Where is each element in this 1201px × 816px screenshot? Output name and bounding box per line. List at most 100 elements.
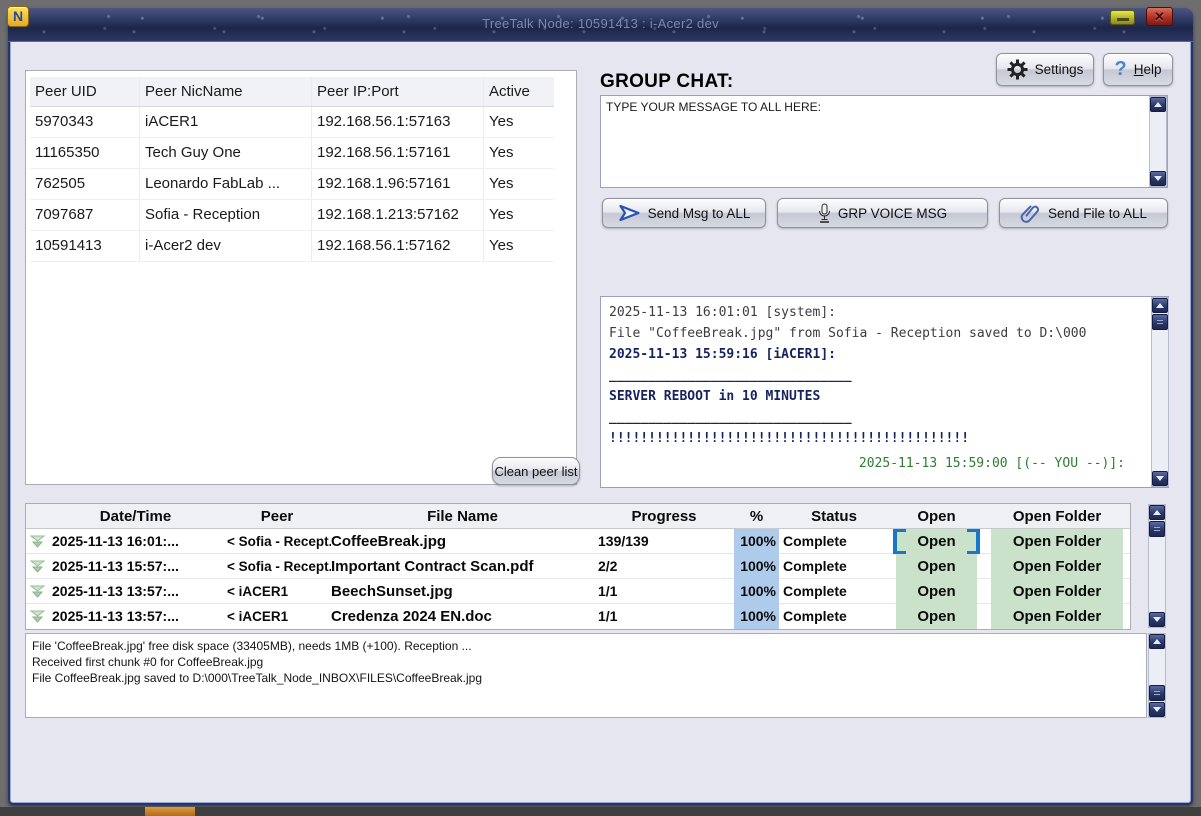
peer-row[interactable]: 10591413 i-Acer2 dev 192.168.56.1:57162 … [30, 231, 554, 262]
open-folder-button[interactable]: Open Folder [991, 529, 1123, 554]
scrollbar-thumb[interactable] [1152, 314, 1168, 330]
transfer-row[interactable]: 2025-11-13 15:57:... < Sofia - Recept...… [26, 554, 1130, 579]
peer-ipport-header: Peer IP:Port [312, 77, 484, 106]
peer-active: Yes [484, 231, 554, 261]
transfer-filename: Credenza 2024 EN.doc [331, 604, 594, 629]
transfer-progress: 1/1 [594, 604, 734, 629]
minimize-button[interactable] [1110, 10, 1135, 25]
send-msg-to-all-button[interactable]: Send Msg to ALL [602, 198, 766, 228]
peer-table-header: Peer UID Peer NicName Peer IP:Port Activ… [30, 77, 554, 107]
open-folder-button[interactable]: Open Folder [991, 604, 1123, 629]
peer-uid: 7097687 [30, 200, 140, 230]
desktop: TreeTalk Node: 10591413 : i-Acer2 dev N … [0, 0, 1201, 816]
peer-ipport: 192.168.56.1:57162 [312, 231, 484, 261]
grp-voice-msg-button[interactable]: GRP VOICE MSG [777, 198, 988, 228]
scroll-up-button[interactable] [1149, 505, 1165, 520]
transfer-percent: 100% [734, 529, 779, 554]
app-icon: N [7, 6, 29, 27]
peer-active: Yes [484, 138, 554, 168]
transfer-row[interactable]: 2025-11-13 13:57:... < iACER1 BeechSunse… [26, 579, 1130, 604]
transfer-peer: < iACER1 [223, 579, 331, 604]
peer-table: Peer UID Peer NicName Peer IP:Port Activ… [30, 77, 554, 262]
status-log-scrollbar [1148, 633, 1166, 718]
peer-ipport: 192.168.1.96:57161 [312, 169, 484, 199]
open-button[interactable]: Open [896, 604, 977, 629]
peer-uid: 5970343 [30, 107, 140, 137]
peer-active: Yes [484, 200, 554, 230]
chat-line: SERVER REBOOT in 10 MINUTES [609, 386, 1139, 407]
titlebar[interactable]: TreeTalk Node: 10591413 : i-Acer2 dev [8, 8, 1193, 42]
transfer-peer: < Sofia - Recept... [223, 554, 331, 579]
group-message-box: TYPE YOUR MESSAGE TO ALL HERE: [600, 95, 1168, 188]
help-icon: ? [1115, 58, 1127, 81]
status-line: File CoffeeBreak.jpg saved to D:\000\Tre… [32, 670, 1140, 686]
transfer-status: Complete [779, 604, 889, 629]
peer-header: Peer [223, 508, 331, 525]
transfers-header: Date/Time Peer File Name Progress % Stat… [26, 504, 1130, 529]
arrow-up-icon [1153, 510, 1161, 515]
arrow-down-icon [1154, 176, 1162, 181]
datetime-header: Date/Time [48, 508, 223, 525]
peer-row[interactable]: 7097687 Sofia - Reception 192.168.1.213:… [30, 200, 554, 231]
group-message-input[interactable]: TYPE YOUR MESSAGE TO ALL HERE: [601, 96, 1149, 187]
close-button[interactable]: ✕ [1146, 7, 1173, 26]
transfer-datetime: 2025-11-13 13:57:... [48, 579, 223, 604]
scroll-up-button[interactable] [1150, 97, 1166, 112]
scrollbar-thumb[interactable] [1149, 521, 1165, 537]
scroll-down-button[interactable] [1149, 612, 1165, 627]
transfer-peer: < iACER1 [223, 604, 331, 629]
chat-log[interactable]: 2025-11-13 16:01:01 [system]: File "Coff… [600, 296, 1169, 488]
scroll-down-button[interactable] [1152, 471, 1168, 486]
transfer-filename: BeechSunset.jpg [331, 579, 594, 604]
minimize-icon [1117, 18, 1129, 21]
open-folder-button[interactable]: Open Folder [991, 554, 1123, 579]
arrow-up-icon [1154, 102, 1162, 107]
chat-line: !!!!!!!!!!!!!!!!!!!!!!!!!!!!!!!!!!!!!!!!… [609, 428, 1139, 449]
scrollbar-thumb[interactable] [1149, 685, 1165, 701]
chat-divider: _______________________________ [609, 407, 1139, 428]
paperclip-icon [1020, 203, 1041, 223]
peer-list-panel[interactable]: Peer UID Peer NicName Peer IP:Port Activ… [25, 70, 577, 485]
peer-row[interactable]: 5970343 iACER1 192.168.56.1:57163 Yes [30, 107, 554, 138]
transfer-datetime: 2025-11-13 16:01:... [48, 529, 223, 554]
transfer-row[interactable]: 2025-11-13 16:01:... < Sofia - Recept...… [26, 529, 1130, 554]
download-icon [26, 554, 48, 579]
peer-row[interactable]: 762505 Leonardo FabLab ... 192.168.1.96:… [30, 169, 554, 200]
peer-row[interactable]: 11165350 Tech Guy One 192.168.56.1:57161… [30, 138, 554, 169]
open-button[interactable]: Open [896, 579, 977, 604]
help-button[interactable]: ? Help [1103, 53, 1173, 86]
peer-ipport: 192.168.56.1:57163 [312, 107, 484, 137]
send-file-to-all-button[interactable]: Send File to ALL [999, 198, 1168, 228]
window-title: TreeTalk Node: 10591413 : i-Acer2 dev [8, 8, 1193, 42]
scroll-up-button[interactable] [1152, 298, 1168, 313]
open-button[interactable]: Open [896, 554, 977, 579]
open-header: Open [889, 508, 984, 525]
status-line: Received first chunk #0 for CoffeeBreak.… [32, 654, 1140, 670]
peer-nicname: Sofia - Reception [140, 200, 312, 230]
peer-uid: 10591413 [30, 231, 140, 261]
transfer-datetime: 2025-11-13 15:57:... [48, 554, 223, 579]
download-icon [26, 604, 48, 629]
close-icon: ✕ [1154, 9, 1165, 24]
clean-peer-list-button[interactable]: Clean peer list [492, 457, 580, 485]
chat-line: File "CoffeeBreak.jpg" from Sofia - Rece… [609, 323, 1139, 344]
open-folder-button[interactable]: Open Folder [991, 579, 1123, 604]
peer-active-header: Active [484, 77, 554, 106]
scroll-down-button[interactable] [1150, 171, 1166, 186]
gear-icon [1007, 59, 1028, 80]
peer-uid: 11165350 [30, 138, 140, 168]
send-icon [618, 204, 641, 222]
open-button[interactable]: Open [896, 529, 977, 554]
scroll-up-button[interactable] [1149, 634, 1165, 649]
settings-button[interactable]: Settings [996, 53, 1094, 86]
transfer-row[interactable]: 2025-11-13 13:57:... < iACER1 Credenza 2… [26, 604, 1130, 629]
taskbar-active-item[interactable] [145, 807, 195, 816]
progress-header: Progress [594, 508, 734, 525]
transfer-peer: < Sofia - Recept... [223, 529, 331, 554]
send-file-label: Send File to ALL [1048, 206, 1147, 221]
transfers-scrollbar [1148, 504, 1166, 628]
status-log[interactable]: File 'CoffeeBreak.jpg' free disk space (… [25, 633, 1147, 718]
transfers-table: Date/Time Peer File Name Progress % Stat… [25, 503, 1131, 630]
arrow-up-icon [1153, 639, 1161, 644]
scroll-down-button[interactable] [1149, 702, 1165, 717]
